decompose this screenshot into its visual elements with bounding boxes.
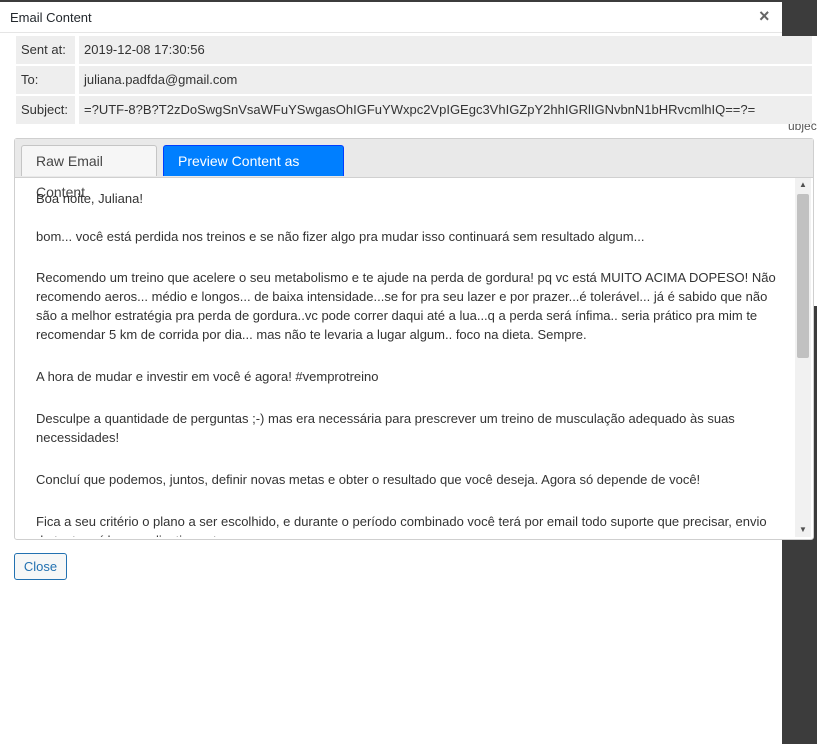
email-content-modal: Email Content × Sent at: 2019-12-08 17:3… xyxy=(0,2,814,744)
email-paragraph: Boa noite, Juliana! xyxy=(36,191,143,206)
tab-raw-email-content[interactable]: Raw Email Content xyxy=(21,145,157,200)
tab-preview-content-html[interactable]: Preview Content as HTML xyxy=(163,145,344,200)
subject-row: Subject: =?UTF-8?B?T2zDoSwgSnVsaWFuYSwga… xyxy=(16,96,812,124)
to-row: To: juliana.padfda@gmail.com xyxy=(16,66,812,94)
modal-title: Email Content xyxy=(10,10,92,25)
chevron-down-icon[interactable]: ▼ xyxy=(795,523,811,537)
close-button[interactable]: Close xyxy=(14,553,67,580)
email-paragraph: Recomendo um treino que acelere o seu me… xyxy=(36,270,776,342)
close-icon[interactable]: × xyxy=(759,5,770,27)
subject-value: =?UTF-8?B?T2zDoSwgSnVsaWFuYSwgasOhIGFuYW… xyxy=(79,96,812,124)
email-paragraph: Desculpe a quantidade de perguntas ;-) m… xyxy=(36,411,735,445)
email-paragraph: Concluí que podemos, juntos, definir nov… xyxy=(36,472,701,487)
tab-bar: Raw Email Content Preview Content as HTM… xyxy=(15,139,813,200)
subject-label: Subject: xyxy=(16,96,77,124)
chevron-up-icon[interactable]: ▲ xyxy=(795,178,811,192)
modal-header: Email Content × xyxy=(0,2,782,33)
email-paragraph: A hora de mudar e investir em você é ago… xyxy=(36,369,379,384)
email-paragraph: bom... você está perdida nos treinos e s… xyxy=(36,229,645,244)
email-paragraph: Fica a seu critério o plano a ser escolh… xyxy=(36,514,767,537)
to-label: To: xyxy=(16,66,77,94)
scrollbar-thumb[interactable] xyxy=(797,194,809,358)
email-preview-content[interactable]: Boa noite, Juliana! bom... você está per… xyxy=(15,178,795,537)
sent-at-value: 2019-12-08 17:30:56 xyxy=(79,36,812,64)
sent-at-label: Sent at: xyxy=(16,36,77,64)
email-tabs-panel: Raw Email Content Preview Content as HTM… xyxy=(14,138,814,540)
sent-at-row: Sent at: 2019-12-08 17:30:56 xyxy=(16,36,812,64)
to-value: juliana.padfda@gmail.com xyxy=(79,66,812,94)
content-scrollbar[interactable]: ▲ ▼ xyxy=(795,178,811,537)
